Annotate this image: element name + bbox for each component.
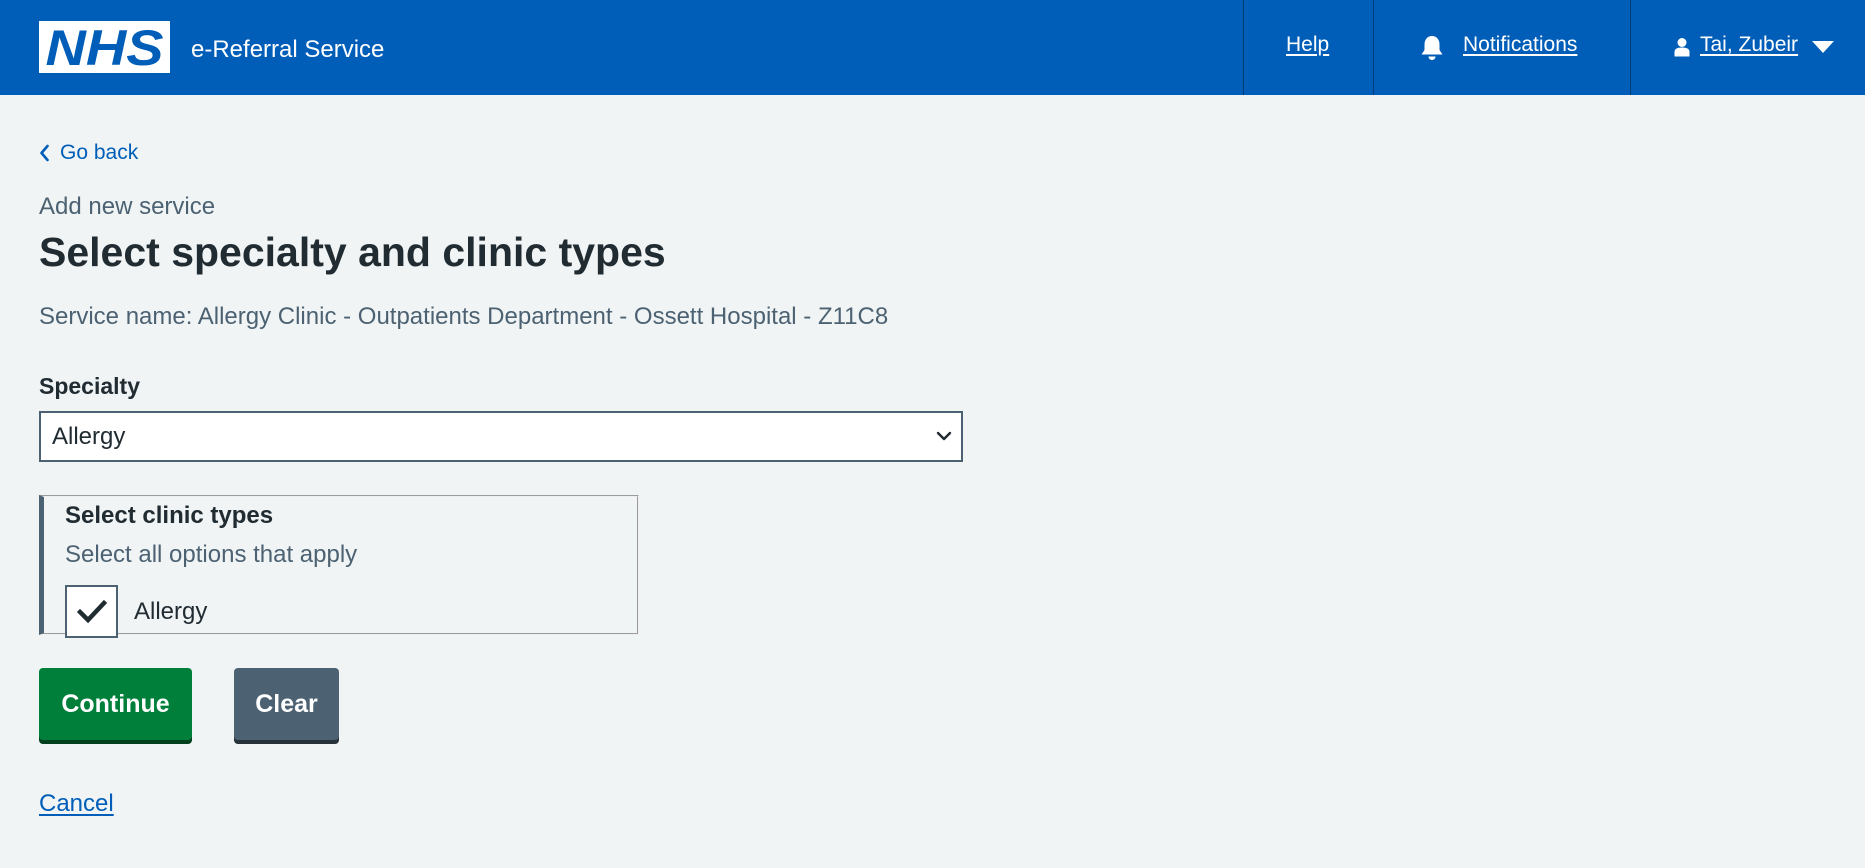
page-title: Select specialty and clinic types <box>39 229 666 275</box>
clinic-types-hint: Select all options that apply <box>65 541 358 568</box>
user-icon <box>1674 38 1690 57</box>
clear-button[interactable]: Clear <box>234 668 339 740</box>
svg-text:NHS: NHS <box>46 21 164 73</box>
site-header: NHS e-Referral Service Help Notification… <box>0 0 1865 95</box>
page-caption: Add new service <box>39 193 216 220</box>
back-link[interactable]: Go back <box>39 140 138 166</box>
allergy-checkbox[interactable] <box>65 585 118 638</box>
help-link[interactable]: Help <box>1286 32 1329 58</box>
nhs-logo-mark: NHS <box>46 21 164 73</box>
nav-divider <box>1243 0 1244 95</box>
chevron-down-icon <box>936 431 952 441</box>
back-link-label: Go back <box>60 141 139 164</box>
checkmark-icon <box>77 599 107 624</box>
specialty-select-value: Allergy <box>52 423 126 450</box>
checkbox-option[interactable]: Allergy <box>65 585 207 638</box>
specialty-label: Specialty <box>39 373 140 399</box>
cancel-link[interactable]: Cancel <box>39 790 114 818</box>
continue-button[interactable]: Continue <box>39 668 192 740</box>
service-name[interactable]: e-Referral Service <box>191 36 384 64</box>
clinic-types-legend: Select clinic types <box>65 502 274 529</box>
service-name-line: Service name: Allergy Clinic - Outpatien… <box>39 303 889 330</box>
checkbox-label[interactable]: Allergy <box>134 598 207 626</box>
nav-divider <box>1373 0 1374 95</box>
chevron-left-icon <box>40 144 49 162</box>
caret-down-icon[interactable] <box>1812 41 1834 54</box>
notifications-link[interactable]: Notifications <box>1463 32 1577 58</box>
nhs-logo[interactable]: NHS <box>39 21 170 73</box>
bell-icon <box>1421 36 1443 60</box>
clinic-types-fieldset: Select clinic types Select all options t… <box>39 495 639 638</box>
specialty-select[interactable]: Allergy <box>39 411 963 462</box>
user-menu-link[interactable]: Tai, Zubeir <box>1700 32 1798 58</box>
nav-divider <box>1630 0 1631 95</box>
